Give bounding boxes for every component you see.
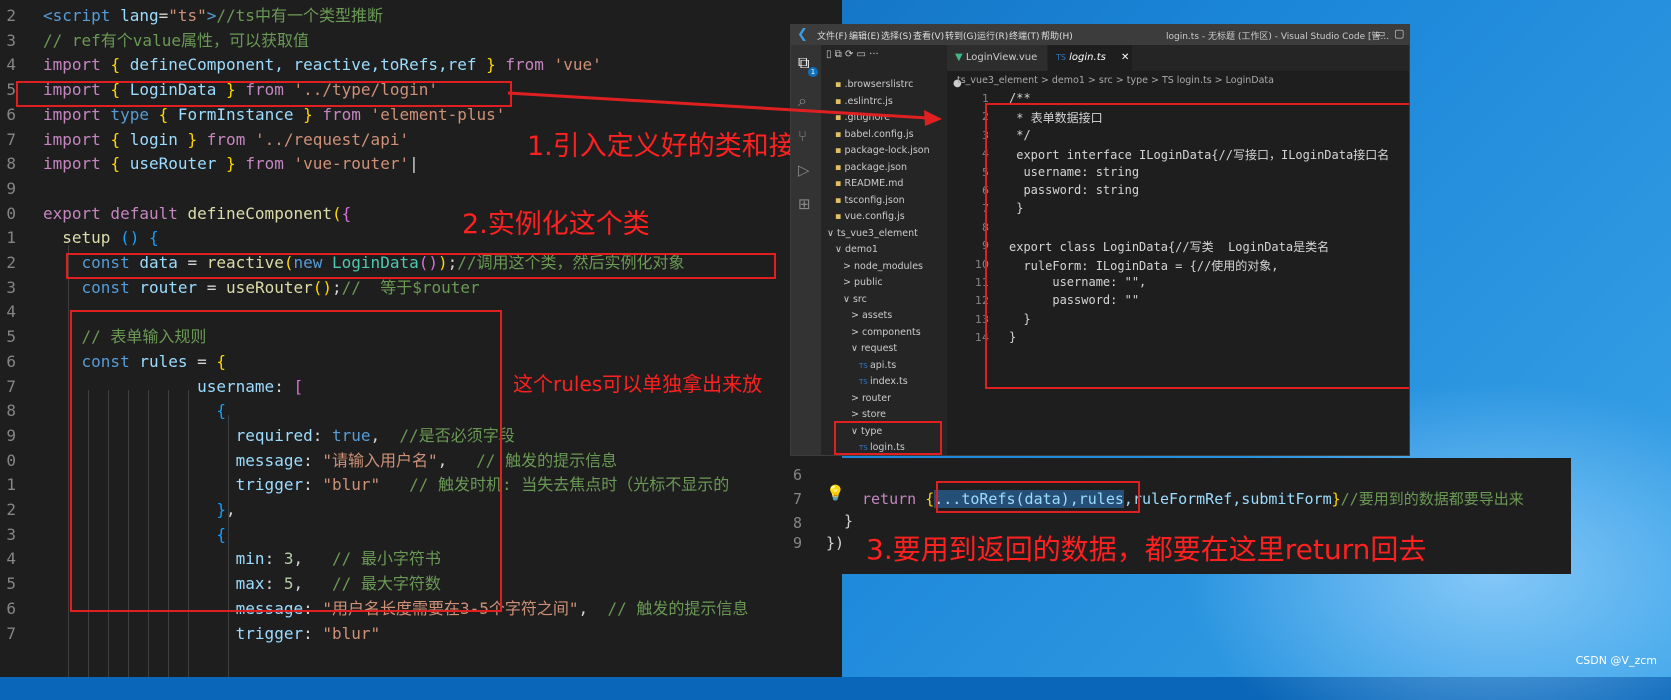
return-snippet-editor: 6 7 8 9 💡 return {...toRefs(data),rules,… <box>790 458 1571 574</box>
annotation-arrow <box>507 91 942 126</box>
highlight-return <box>936 481 1140 513</box>
watermark: CSDN @V_zcm <box>1575 654 1657 667</box>
annotation-return: 3.要用到返回的数据，都要在这里return回去 <box>866 533 1427 566</box>
lightbulb-icon[interactable]: 💡 <box>826 484 845 502</box>
